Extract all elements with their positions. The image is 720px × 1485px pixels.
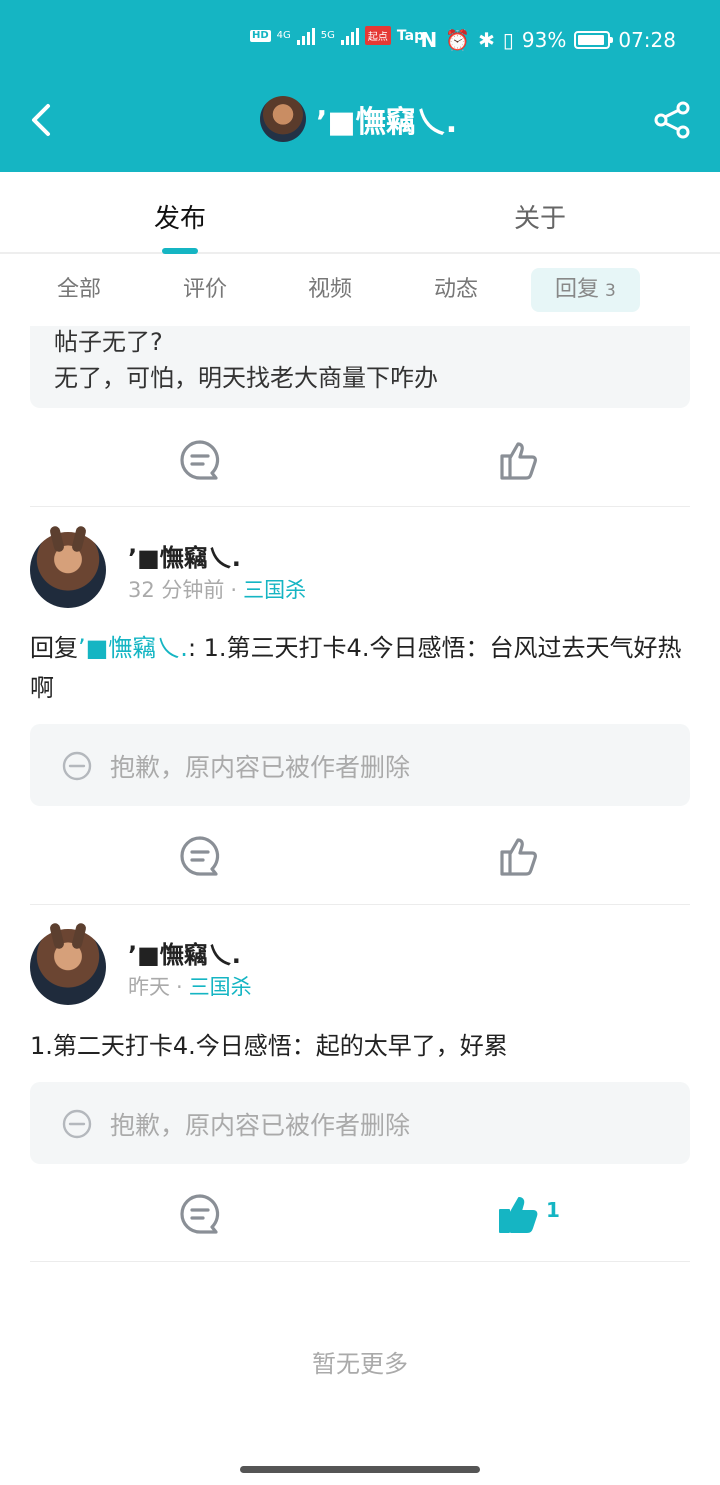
comment-icon[interactable] bbox=[178, 438, 222, 482]
like-count: 1 bbox=[546, 1198, 560, 1222]
no-more-text: 暂无更多 bbox=[312, 1350, 408, 1378]
battery-fill bbox=[578, 35, 605, 45]
post-divider bbox=[30, 1261, 690, 1262]
post-divider bbox=[30, 506, 690, 507]
profile-title: ’■憮竊乀. bbox=[260, 96, 457, 142]
post-time: 昨天 bbox=[128, 975, 170, 999]
post-meta: 32 分钟前 · 三国杀 bbox=[128, 574, 306, 604]
nfc-icon: N bbox=[420, 28, 438, 52]
quoted-line-2: 无了，可怕，明天找老大商量下咋办 bbox=[54, 364, 438, 392]
filter-replies-count: 3 bbox=[605, 281, 616, 301]
post-list[interactable]: 帖子无了? 无了，可怕，明天找老大商量下咋办 ’■憮竊乀. 32 分钟前 · 三国杀… bbox=[0, 326, 720, 1485]
clock: 07:28 bbox=[618, 28, 676, 52]
deleted-notice: 抱歉，原内容已被作者删除 bbox=[110, 753, 411, 782]
game-tag[interactable]: 三国杀 bbox=[189, 975, 252, 999]
signal-icon-2 bbox=[340, 27, 359, 45]
vibrate-icon: ▯ bbox=[502, 28, 514, 52]
status-right-indicators: N ⏰ ✱ ▯ 93% 07:28 bbox=[420, 28, 676, 52]
like-icon[interactable] bbox=[496, 438, 540, 482]
signal-icon bbox=[296, 27, 315, 45]
deleted-content-box: 抱歉，原内容已被作者删除 bbox=[30, 724, 690, 806]
meta-dot: · bbox=[230, 578, 238, 602]
filter-reviews[interactable]: 评价 bbox=[183, 268, 227, 312]
filter-replies-label: 回复 bbox=[555, 277, 600, 302]
avatar[interactable] bbox=[30, 929, 106, 1005]
top-bar: HD 4G 5G 起点 Tap N ⏰ ✱ ▯ 93% 07:28 ’■憮竊乀. bbox=[0, 0, 720, 172]
comment-icon[interactable] bbox=[178, 834, 222, 878]
status-left-indicators: HD 4G 5G 起点 Tap bbox=[250, 26, 424, 45]
deleted-content-box: 抱歉，原内容已被作者删除 bbox=[30, 1082, 690, 1164]
quoted-line-1: 帖子无了? bbox=[54, 328, 163, 356]
post-time: 32 分钟前 bbox=[128, 578, 225, 602]
reply-prefix: 回复 bbox=[30, 634, 78, 662]
username[interactable]: ’■憮竊乀. bbox=[128, 538, 241, 573]
post-body: 1.第二天打卡4.今日感悟：起的太早了，好累 bbox=[30, 1032, 508, 1060]
nav-bar: ’■憮竊乀. bbox=[0, 92, 720, 148]
filter-videos[interactable]: 视频 bbox=[308, 268, 352, 312]
game-tag[interactable]: 三国杀 bbox=[243, 578, 306, 602]
post-text: 回复’■憮竊乀.: 1.第三天打卡4.今日感悟：台风过去天气好热啊 bbox=[30, 628, 690, 708]
signal-label-2: 5G bbox=[320, 30, 335, 41]
back-arrow-icon[interactable] bbox=[26, 100, 62, 140]
comment-icon[interactable] bbox=[178, 1192, 222, 1236]
post-actions bbox=[0, 438, 720, 498]
filter-chips: 全部 评价 视频 动态 回复 3 bbox=[0, 254, 720, 326]
post-actions: 1 bbox=[0, 1192, 720, 1252]
mention-link[interactable]: ’■憮竊乀. bbox=[78, 634, 188, 662]
meta-dot: · bbox=[176, 975, 183, 999]
minus-circle-icon bbox=[62, 1109, 92, 1139]
filter-moments[interactable]: 动态 bbox=[434, 268, 478, 312]
post-header: ’■憮竊乀. 昨天 · 三国杀 bbox=[30, 929, 690, 1009]
bluetooth-icon: ✱ bbox=[478, 28, 495, 52]
battery-icon bbox=[574, 31, 614, 49]
post-actions bbox=[0, 834, 720, 894]
battery-percent: 93% bbox=[521, 28, 567, 52]
app-notification-icon: 起点 bbox=[364, 26, 391, 45]
share-icon[interactable] bbox=[652, 100, 692, 140]
status-bar: HD 4G 5G 起点 Tap N ⏰ ✱ ▯ 93% 07:28 bbox=[0, 26, 720, 60]
post-meta: 昨天 · 三国杀 bbox=[128, 971, 252, 1001]
main-tabs: 发布 关于 bbox=[0, 172, 720, 254]
post-text: 1.第二天打卡4.今日感悟：起的太早了，好累 bbox=[30, 1026, 690, 1066]
tab-about[interactable]: 关于 bbox=[514, 198, 566, 235]
signal-label-1: 4G bbox=[276, 30, 291, 41]
tab-publish[interactable]: 发布 bbox=[154, 198, 206, 235]
home-indicator[interactable] bbox=[240, 1466, 480, 1473]
username[interactable]: ’■憮竊乀. bbox=[128, 935, 241, 970]
post-header: ’■憮竊乀. 32 分钟前 · 三国杀 bbox=[30, 532, 690, 612]
page-title: ’■憮竊乀. bbox=[316, 105, 458, 140]
filter-all[interactable]: 全部 bbox=[57, 268, 101, 312]
liked-icon[interactable] bbox=[496, 1192, 540, 1236]
minus-circle-icon bbox=[62, 751, 92, 781]
avatar[interactable] bbox=[30, 532, 106, 608]
like-icon[interactable] bbox=[496, 834, 540, 878]
header-avatar[interactable] bbox=[260, 96, 306, 142]
quoted-content[interactable]: 帖子无了? 无了，可怕，明天找老大商量下咋办 bbox=[30, 326, 690, 408]
deleted-notice: 抱歉，原内容已被作者删除 bbox=[110, 1111, 411, 1140]
hd-badge: HD bbox=[250, 29, 271, 42]
filter-replies[interactable]: 回复 3 bbox=[531, 268, 640, 312]
post-divider bbox=[30, 904, 690, 905]
alarm-icon: ⏰ bbox=[445, 28, 471, 52]
